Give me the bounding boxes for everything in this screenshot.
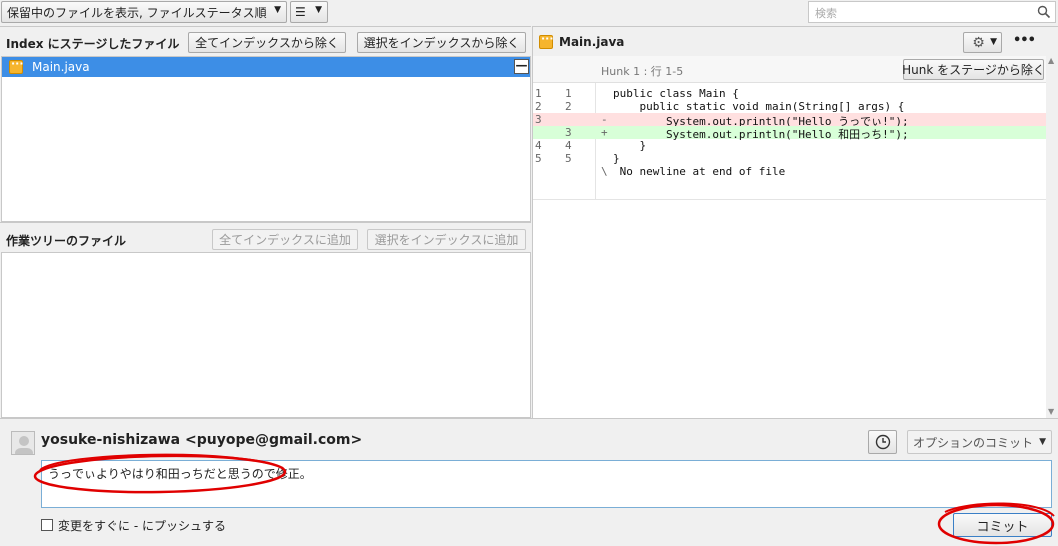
chevron-down-icon: ▼ bbox=[990, 37, 997, 47]
push-checkbox[interactable] bbox=[41, 519, 53, 531]
old-line-number: 5 bbox=[535, 152, 542, 165]
old-line-number: 1 bbox=[535, 87, 542, 100]
diff-line: 3 + System.out.println("Hello 和田っち!"); bbox=[533, 126, 1047, 141]
new-line-number: 4 bbox=[565, 139, 572, 152]
diff-code: } bbox=[613, 152, 620, 165]
history-button[interactable] bbox=[868, 430, 897, 454]
search-placeholder: 検索 bbox=[815, 7, 837, 20]
old-line-number: 2 bbox=[535, 100, 542, 113]
diff-view[interactable]: Hunk 1 : 行 1-5 Hunk をステージから除く 1 1 public c… bbox=[532, 56, 1047, 418]
new-line-number: 5 bbox=[565, 152, 572, 165]
new-line-number: 3 bbox=[565, 126, 572, 139]
diff-code: public static void main(String[] args) { bbox=[613, 100, 905, 113]
diff-lines: 1 1 public class Main { 2 2 public static vo… bbox=[533, 83, 1047, 199]
staged-header: Index にステージしたファイル 全てインデックスから除く 選択をインデックス… bbox=[0, 26, 531, 56]
diff-line: 2 2 public static void main(String[] args… bbox=[533, 100, 1047, 113]
list-icon: ☰ bbox=[295, 5, 306, 19]
unstage-toggle-button[interactable]: — bbox=[514, 59, 529, 74]
commit-author: yosuke-nishizawa <puyope@gmail.com> bbox=[41, 432, 363, 448]
diff-code: public class Main { bbox=[613, 87, 739, 100]
diff-line: 5 5} bbox=[533, 152, 1047, 165]
staged-title: Index にステージしたファイル bbox=[6, 37, 180, 51]
list-menu-button[interactable]: ☰ ▼ bbox=[290, 1, 328, 23]
gear-icon: ⚙ bbox=[972, 34, 985, 51]
commit-options-dropdown[interactable]: オプションのコミット ▼ bbox=[907, 430, 1052, 454]
remove-selected-button[interactable]: 選択をインデックスから除く bbox=[357, 32, 526, 53]
clock-icon bbox=[875, 434, 890, 450]
avatar bbox=[11, 431, 35, 455]
diff-line: \ No newline at end of file bbox=[533, 165, 1047, 178]
chevron-down-icon: ▼ bbox=[1039, 437, 1046, 447]
view-mode-label: 保留中のファイルを表示, ファイルステータス順 bbox=[7, 5, 267, 20]
diff-code: No newline at end of file bbox=[613, 165, 786, 178]
staged-file-list[interactable]: Main.java — bbox=[1, 56, 531, 222]
add-selected-button[interactable]: 選択をインデックスに追加 bbox=[367, 229, 526, 250]
hunk-header: Hunk 1 : 行 1-5 Hunk をステージから除く bbox=[533, 56, 1047, 83]
file-name: Main.java bbox=[32, 60, 90, 74]
hunk-label: Hunk 1 : 行 1-5 bbox=[601, 65, 684, 78]
working-header: 作業ツリーのファイル 全てインデックスに追加 選択をインデックスに追加 bbox=[0, 222, 531, 252]
list-item[interactable]: Main.java — bbox=[2, 57, 530, 77]
remove-all-button[interactable]: 全てインデックスから除く bbox=[188, 32, 346, 53]
add-all-button[interactable]: 全てインデックスに追加 bbox=[212, 229, 358, 250]
view-mode-dropdown[interactable]: 保留中のファイルを表示, ファイルステータス順 ▼ bbox=[1, 1, 287, 23]
diff-line: 3- System.out.println("Hello うっでぃ!"); bbox=[533, 113, 1047, 128]
commit-message-text: うっでぃよりやはり和田っちだと思うので修正。 bbox=[48, 467, 312, 481]
modified-file-icon bbox=[539, 32, 554, 49]
search-icon bbox=[1037, 5, 1051, 19]
search-input[interactable]: 検索 bbox=[808, 1, 1056, 23]
diff-end-separator bbox=[533, 199, 1047, 200]
chevron-down-icon: ▼ bbox=[274, 5, 281, 15]
diff-header: Main.java ⚙ ▼ ••• bbox=[532, 26, 1058, 56]
old-line-number: 4 bbox=[535, 139, 542, 152]
push-label: 変更をすぐに - にプッシュする bbox=[58, 519, 226, 533]
working-title: 作業ツリーのファイル bbox=[6, 234, 127, 248]
old-line-number: 3 bbox=[535, 113, 542, 126]
settings-button[interactable]: ⚙ ▼ bbox=[963, 32, 1002, 53]
diff-line: 4 4 } bbox=[533, 139, 1047, 152]
new-line-number: 2 bbox=[565, 100, 572, 113]
modified-file-icon bbox=[9, 57, 24, 74]
commit-button[interactable]: コミット bbox=[953, 513, 1052, 537]
minus-icon: — bbox=[515, 58, 528, 72]
diff-code: } bbox=[613, 139, 647, 152]
unstage-hunk-button[interactable]: Hunk をステージから除く bbox=[902, 59, 1045, 80]
commit-message-field[interactable]: うっでぃよりやはり和田っちだと思うので修正。 bbox=[41, 460, 1052, 508]
diff-line: 1 1 public class Main { bbox=[533, 87, 1047, 100]
new-line-number: 1 bbox=[565, 87, 572, 100]
diff-filename: Main.java bbox=[559, 35, 625, 49]
scroll-up-icon[interactable]: ▲ bbox=[1048, 56, 1054, 65]
more-options-icon[interactable]: ••• bbox=[1013, 33, 1036, 48]
scroll-down-icon[interactable]: ▼ bbox=[1048, 407, 1054, 416]
vertical-scrollbar[interactable]: ▲ ▼ bbox=[1046, 56, 1058, 418]
commit-options-label: オプションのコミット bbox=[913, 435, 1034, 450]
chevron-down-icon: ▼ bbox=[315, 5, 322, 15]
working-file-list[interactable] bbox=[1, 252, 531, 418]
commit-area: yosuke-nishizawa <puyope@gmail.com> オプショ… bbox=[0, 418, 1058, 546]
